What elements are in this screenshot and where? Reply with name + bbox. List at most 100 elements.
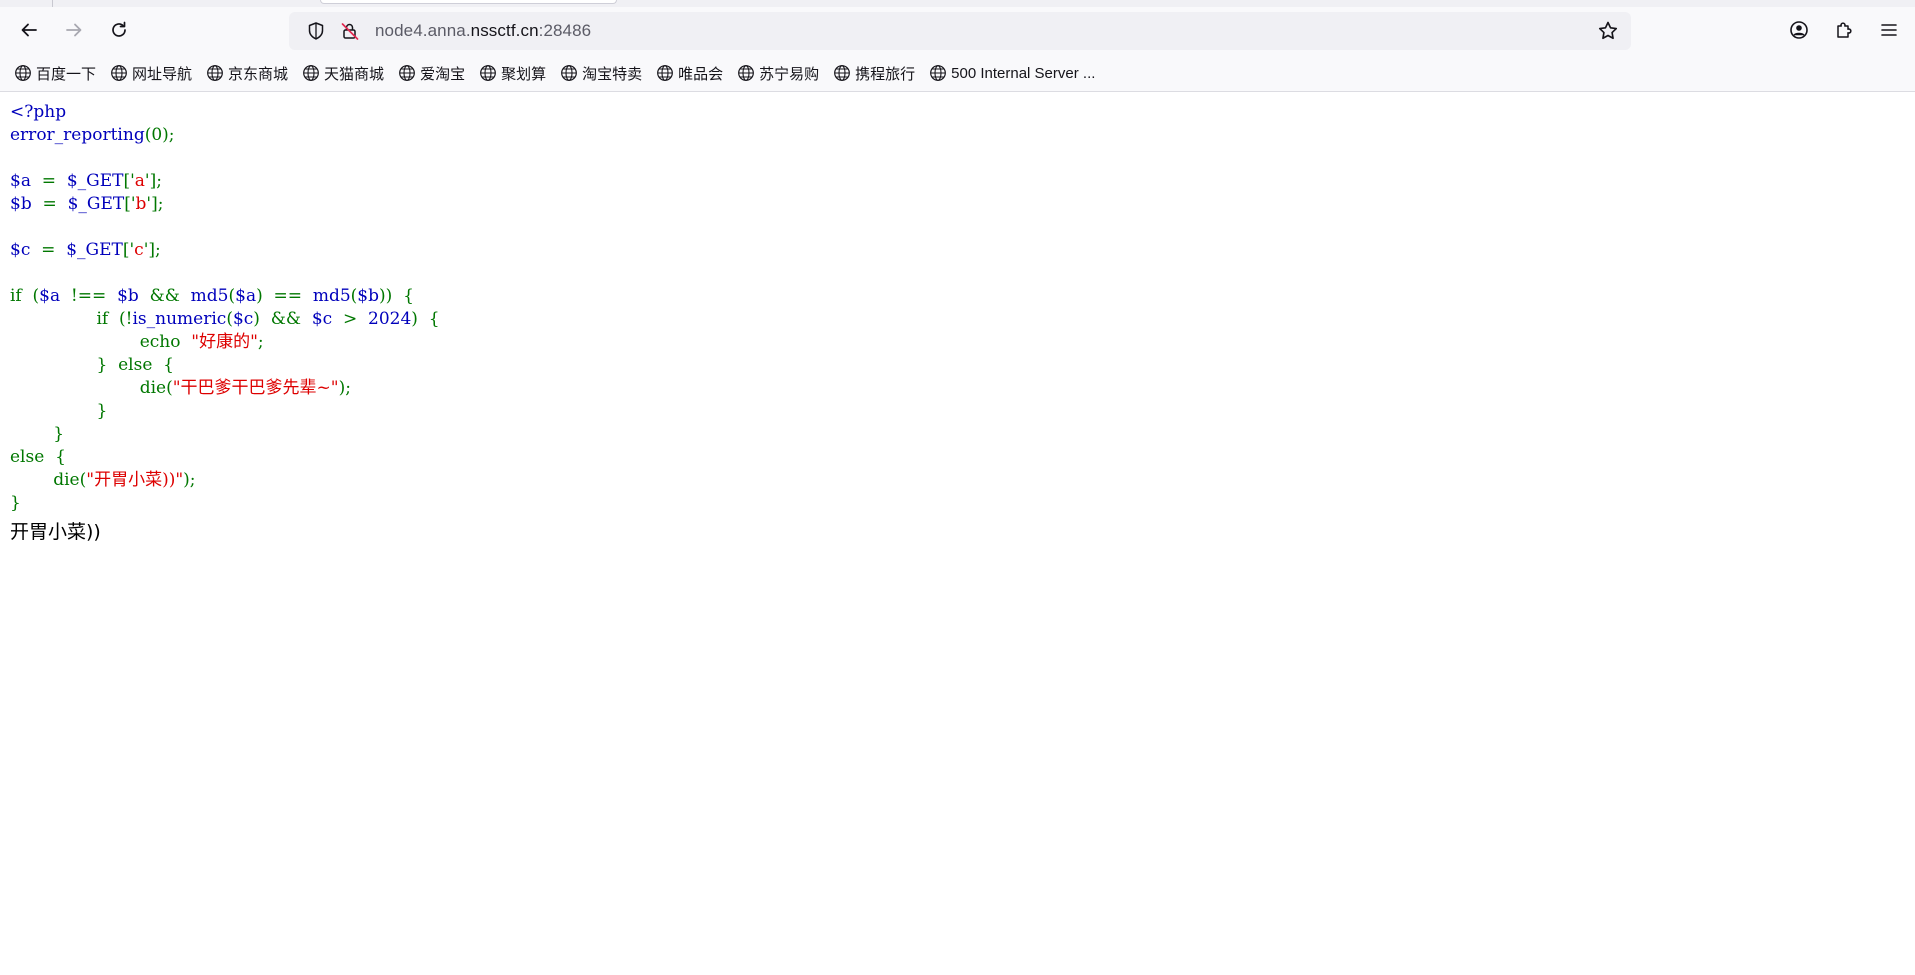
bookmark-label: 京东商城 <box>228 65 289 83</box>
page-output-text: 开胃小菜)) <box>10 521 101 543</box>
code-token: 2024 <box>368 309 412 329</box>
code-token: else { <box>10 447 66 467</box>
bookmark-label: 500 Internal Server ... <box>951 64 1096 82</box>
code-token: !== <box>60 286 118 306</box>
code-token: c <box>134 240 144 260</box>
bookmark-label: 天猫商城 <box>324 65 385 83</box>
code-token: > <box>332 309 369 329</box>
bookmark-label: 百度一下 <box>36 65 97 83</box>
globe-icon <box>561 65 577 81</box>
bookmark-label: 爱淘宝 <box>420 65 466 83</box>
account-icon <box>1790 21 1808 39</box>
account-button[interactable] <box>1782 13 1816 47</box>
bookmark-item[interactable]: 百度一下 <box>14 60 96 86</box>
code-token: [' <box>122 240 135 260</box>
code-token: ']; <box>146 194 164 214</box>
url-text[interactable]: node4.anna.nssctf.cn:28486 <box>375 21 591 41</box>
reload-button[interactable] <box>102 13 136 47</box>
code-token: echo <box>139 332 192 352</box>
tab-strip <box>0 0 1915 7</box>
code-token: is_numeric <box>132 309 227 329</box>
code-token: ']; <box>144 171 162 191</box>
extensions-button[interactable] <box>1827 13 1861 47</box>
arrow-right-icon <box>66 23 82 37</box>
bookmark-label: 网址导航 <box>132 65 193 83</box>
code-token: $_GET <box>66 240 123 260</box>
code-token: ; <box>257 332 264 352</box>
bookmark-item[interactable]: 天猫商城 <box>302 60 384 86</box>
globe-icon <box>657 65 674 81</box>
code-token: $a <box>10 171 31 191</box>
code-token: ) { <box>411 309 440 329</box>
code-token: $b <box>117 286 139 306</box>
bookmark-item[interactable]: 爱淘宝 <box>398 60 465 86</box>
bookmark-label: 携程旅行 <box>855 65 916 83</box>
bookmarks-toolbar: 百度一下 网址导航 京东商城 天猫商城 爱淘宝 聚划算 淘宝特卖 唯品会 苏宁易… <box>0 55 1915 92</box>
tab-separator <box>52 0 53 7</box>
url-host: nssctf.cn <box>470 21 539 40</box>
bookmark-item[interactable]: 聚划算 <box>479 60 546 86</box>
back-button[interactable] <box>12 13 46 47</box>
insecure-lock-icon[interactable] <box>339 20 361 42</box>
code-token: $b <box>357 286 379 306</box>
globe-icon <box>111 65 127 81</box>
navigation-toolbar: node4.anna.nssctf.cn:28486 <box>0 7 1915 55</box>
url-prefix: node4.anna. <box>375 21 471 40</box>
globe-icon <box>834 65 851 81</box>
code-token: $c <box>232 309 254 329</box>
code-token: ); <box>338 378 351 398</box>
code-token: if ( <box>10 286 40 306</box>
bookmark-item[interactable]: 500 Internal Server ... <box>929 60 1095 86</box>
code-token: error_reporting <box>10 125 145 145</box>
code-token: $c <box>10 240 31 260</box>
code-token: $c <box>311 309 333 329</box>
puzzle-icon <box>1837 22 1852 38</box>
code-token: && <box>138 286 191 306</box>
code-token: "干巴爹干巴爹先辈~" <box>172 378 339 398</box>
code-token: if (! <box>96 309 133 329</box>
shield-icon[interactable] <box>305 20 327 42</box>
page-content: <?php error_reporting(0); $a = $_GET['a'… <box>10 101 440 545</box>
code-token: <?php <box>10 102 67 122</box>
code-token: $a <box>39 286 61 306</box>
globe-icon <box>399 65 415 81</box>
code-token: ) && <box>253 309 312 329</box>
globe-icon <box>480 65 496 81</box>
bookmark-label: 唯品会 <box>678 65 724 83</box>
bookmark-item[interactable]: 携程旅行 <box>833 60 915 86</box>
code-token: $_GET <box>67 194 125 214</box>
globe-icon <box>738 65 755 81</box>
active-tab[interactable] <box>320 0 617 4</box>
code-token: } <box>53 424 65 444</box>
globe-icon <box>15 65 31 81</box>
bookmark-item[interactable]: 唯品会 <box>656 60 723 86</box>
arrow-left-icon <box>21 23 37 37</box>
code-token: b <box>135 194 147 214</box>
globe-icon <box>207 65 223 81</box>
star-icon <box>1598 21 1618 40</box>
bookmark-star-button[interactable] <box>1597 20 1619 42</box>
globe-icon <box>303 65 319 81</box>
address-bar[interactable]: node4.anna.nssctf.cn:28486 <box>289 12 1631 50</box>
bookmark-item[interactable]: 淘宝特卖 <box>560 60 642 86</box>
bookmark-item[interactable]: 京东商城 <box>206 60 288 86</box>
forward-button[interactable] <box>57 13 91 47</box>
bookmark-label: 苏宁易购 <box>759 65 820 83</box>
menu-button[interactable] <box>1872 13 1906 47</box>
bookmark-item[interactable]: 网址导航 <box>110 60 192 86</box>
code-token: } <box>10 493 21 513</box>
globe-icon <box>930 65 947 81</box>
code-token: ']; <box>143 240 161 260</box>
code-token: die( <box>53 470 87 490</box>
bookmark-item[interactable]: 苏宁易购 <box>737 60 819 86</box>
code-token: $b <box>10 194 32 214</box>
code-token: ) == <box>256 286 313 306</box>
code-token: = <box>31 194 68 214</box>
bookmark-label: 聚划算 <box>501 65 547 83</box>
code-token: [' <box>123 171 135 191</box>
reload-icon <box>112 21 126 37</box>
code-token: "开胃小菜))" <box>86 470 184 490</box>
code-token: "好康的" <box>191 332 258 352</box>
code-token: } <box>96 401 108 421</box>
code-token: $_GET <box>66 171 124 191</box>
